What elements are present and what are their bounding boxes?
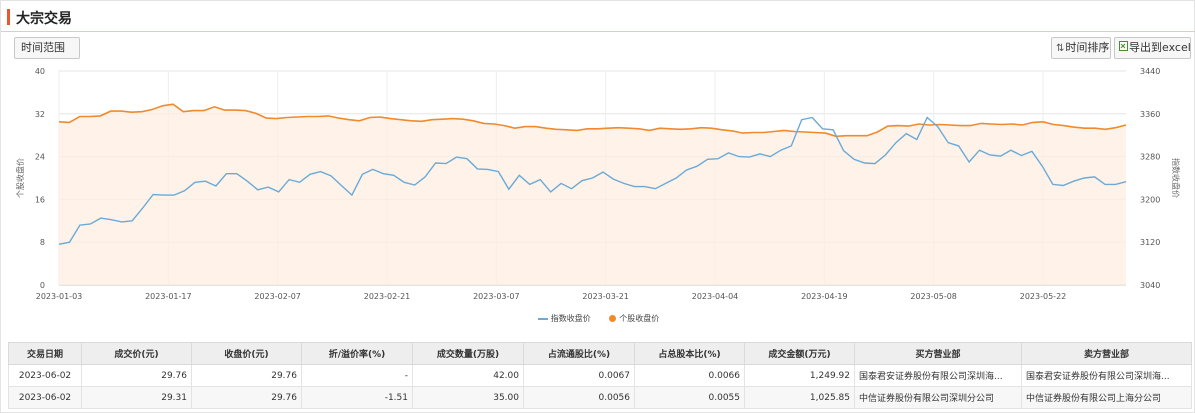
y-right-tick-label: 3040 xyxy=(1140,281,1160,290)
y-left-tick-label: 0 xyxy=(40,281,45,290)
export-excel-label: 导出到excel xyxy=(1129,41,1191,54)
y-right-tick-label: 3200 xyxy=(1140,195,1160,204)
header-accent-bar xyxy=(7,9,10,25)
x-tick-label: 2023-05-22 xyxy=(1020,292,1067,301)
col-header-amount[interactable]: 成交金额(万元) xyxy=(744,342,855,365)
cell-trade-date: 2023-06-02 xyxy=(8,386,82,409)
col-header-buyer[interactable]: 买方营业部 xyxy=(854,342,1022,365)
cell-close-price: 29.76 xyxy=(191,386,302,409)
sort-arrows-icon: ⇅ xyxy=(1056,43,1065,54)
col-header-trade-date[interactable]: 交易日期 xyxy=(8,342,82,365)
cell-trade-date: 2023-06-02 xyxy=(8,364,82,387)
col-header-trade-price[interactable]: 成交价(元) xyxy=(81,342,192,365)
cell-total-ratio: 0.0055 xyxy=(634,386,745,409)
legend-item-index[interactable]: 指数收盘价 xyxy=(537,313,591,324)
cell-premium-rate: -1.51 xyxy=(301,386,413,409)
y-right-tick-label: 3120 xyxy=(1140,238,1160,247)
col-header-float-ratio[interactable]: 占流通股比(%) xyxy=(523,342,635,365)
cell-volume: 42.00 xyxy=(412,364,524,387)
legend-dot-swatch xyxy=(609,315,617,322)
cell-volume: 35.00 xyxy=(412,386,524,409)
time-range-label: 时间范围 xyxy=(21,41,65,54)
y-axis-right-title: 指数收盘价 xyxy=(1171,158,1181,198)
cell-premium-rate: - xyxy=(301,364,413,387)
cell-trade-price: 29.76 xyxy=(81,364,192,387)
export-excel-button[interactable]: 导出到excel xyxy=(1114,37,1191,59)
price-chart-svg: 40 32 24 16 8 0 3440 3360 3280 3200 3120 3040 2023-0… xyxy=(15,67,1181,301)
table-row[interactable]: 2023-06-02 29.76 29.76 - 42.00 0.0067 0.… xyxy=(8,364,1192,387)
cell-close-price: 29.76 xyxy=(191,364,302,387)
cell-seller: 国泰君安证券股份有限公司深圳海... xyxy=(1021,364,1192,387)
time-range-button[interactable]: 时间范围 xyxy=(14,37,80,59)
cell-total-ratio: 0.0066 xyxy=(634,364,745,387)
cell-buyer: 国泰君安证券股份有限公司深圳海... xyxy=(854,364,1022,387)
col-header-seller[interactable]: 卖方营业部 xyxy=(1021,342,1192,365)
col-header-close-price[interactable]: 收盘价(元) xyxy=(191,342,302,365)
table-row[interactable]: 2023-06-02 29.31 29.76 -1.51 35.00 0.005… xyxy=(8,386,1192,409)
cell-seller: 中信证券股份有限公司上海分公司 xyxy=(1021,386,1192,409)
legend-item-stock[interactable]: 个股收盘价 xyxy=(609,313,659,324)
y-left-tick-label: 32 xyxy=(35,110,45,119)
cell-float-ratio: 0.0067 xyxy=(523,364,635,387)
x-tick-label: 2023-04-04 xyxy=(692,292,739,301)
y-left-tick-label: 40 xyxy=(35,67,45,76)
y-left-tick-label: 8 xyxy=(40,238,45,247)
x-tick-label: 2023-02-21 xyxy=(364,292,411,301)
col-header-volume[interactable]: 成交数量(万股) xyxy=(412,342,524,365)
x-tick-label: 2023-03-07 xyxy=(473,292,520,301)
time-sort-button[interactable]: ⇅时间排序 xyxy=(1051,37,1111,59)
block-trade-panel: 大宗交易 时间范围 ⇅时间排序 导出到excel 40 32 24 16 8 0 3440 3… xyxy=(0,0,1195,413)
y-right-tick-label: 3360 xyxy=(1140,110,1160,119)
x-tick-label: 2023-05-08 xyxy=(910,292,957,301)
y-axis-left-title: 个股收盘价 xyxy=(15,158,25,198)
cell-amount: 1,249.92 xyxy=(744,364,855,387)
chart-legend: 指数收盘价 个股收盘价 xyxy=(1,313,1195,327)
price-chart: 40 32 24 16 8 0 3440 3360 3280 3200 3120 3040 2023-0… xyxy=(1,61,1195,333)
x-tick-label: 2023-02-07 xyxy=(254,292,301,301)
legend-line-swatch xyxy=(537,317,548,320)
table-header-row: 交易日期 成交价(元) 收盘价(元) 折/溢价率(%) 成交数量(万股) 占流通… xyxy=(8,342,1192,365)
cell-float-ratio: 0.0056 xyxy=(523,386,635,409)
stock-close-area xyxy=(59,104,1126,285)
x-tick-label: 2023-03-21 xyxy=(582,292,629,301)
block-trade-table: 交易日期 成交价(元) 收盘价(元) 折/溢价率(%) 成交数量(万股) 占流通… xyxy=(8,342,1192,409)
cell-amount: 1,025.85 xyxy=(744,386,855,409)
legend-label-stock: 个股收盘价 xyxy=(619,314,660,323)
excel-file-icon xyxy=(1119,39,1128,59)
col-header-total-ratio[interactable]: 占总股本比(%) xyxy=(634,342,745,365)
y-left-tick-label: 24 xyxy=(35,153,45,162)
cell-buyer: 中信证券股份有限公司深圳分公司 xyxy=(854,386,1022,409)
col-header-premium-rate[interactable]: 折/溢价率(%) xyxy=(301,342,413,365)
x-tick-label: 2023-01-17 xyxy=(145,292,192,301)
y-right-tick-label: 3440 xyxy=(1140,67,1160,76)
panel-header: 大宗交易 xyxy=(1,1,1195,32)
time-sort-label: 时间排序 xyxy=(1065,41,1110,54)
cell-trade-price: 29.31 xyxy=(81,386,192,409)
y-right-tick-label: 3280 xyxy=(1140,153,1160,162)
x-tick-label: 2023-01-03 xyxy=(36,292,83,301)
y-left-tick-label: 16 xyxy=(35,195,45,204)
x-tick-label: 2023-04-19 xyxy=(801,292,848,301)
legend-label-index: 指数收盘价 xyxy=(550,314,591,323)
panel-title: 大宗交易 xyxy=(16,11,72,27)
